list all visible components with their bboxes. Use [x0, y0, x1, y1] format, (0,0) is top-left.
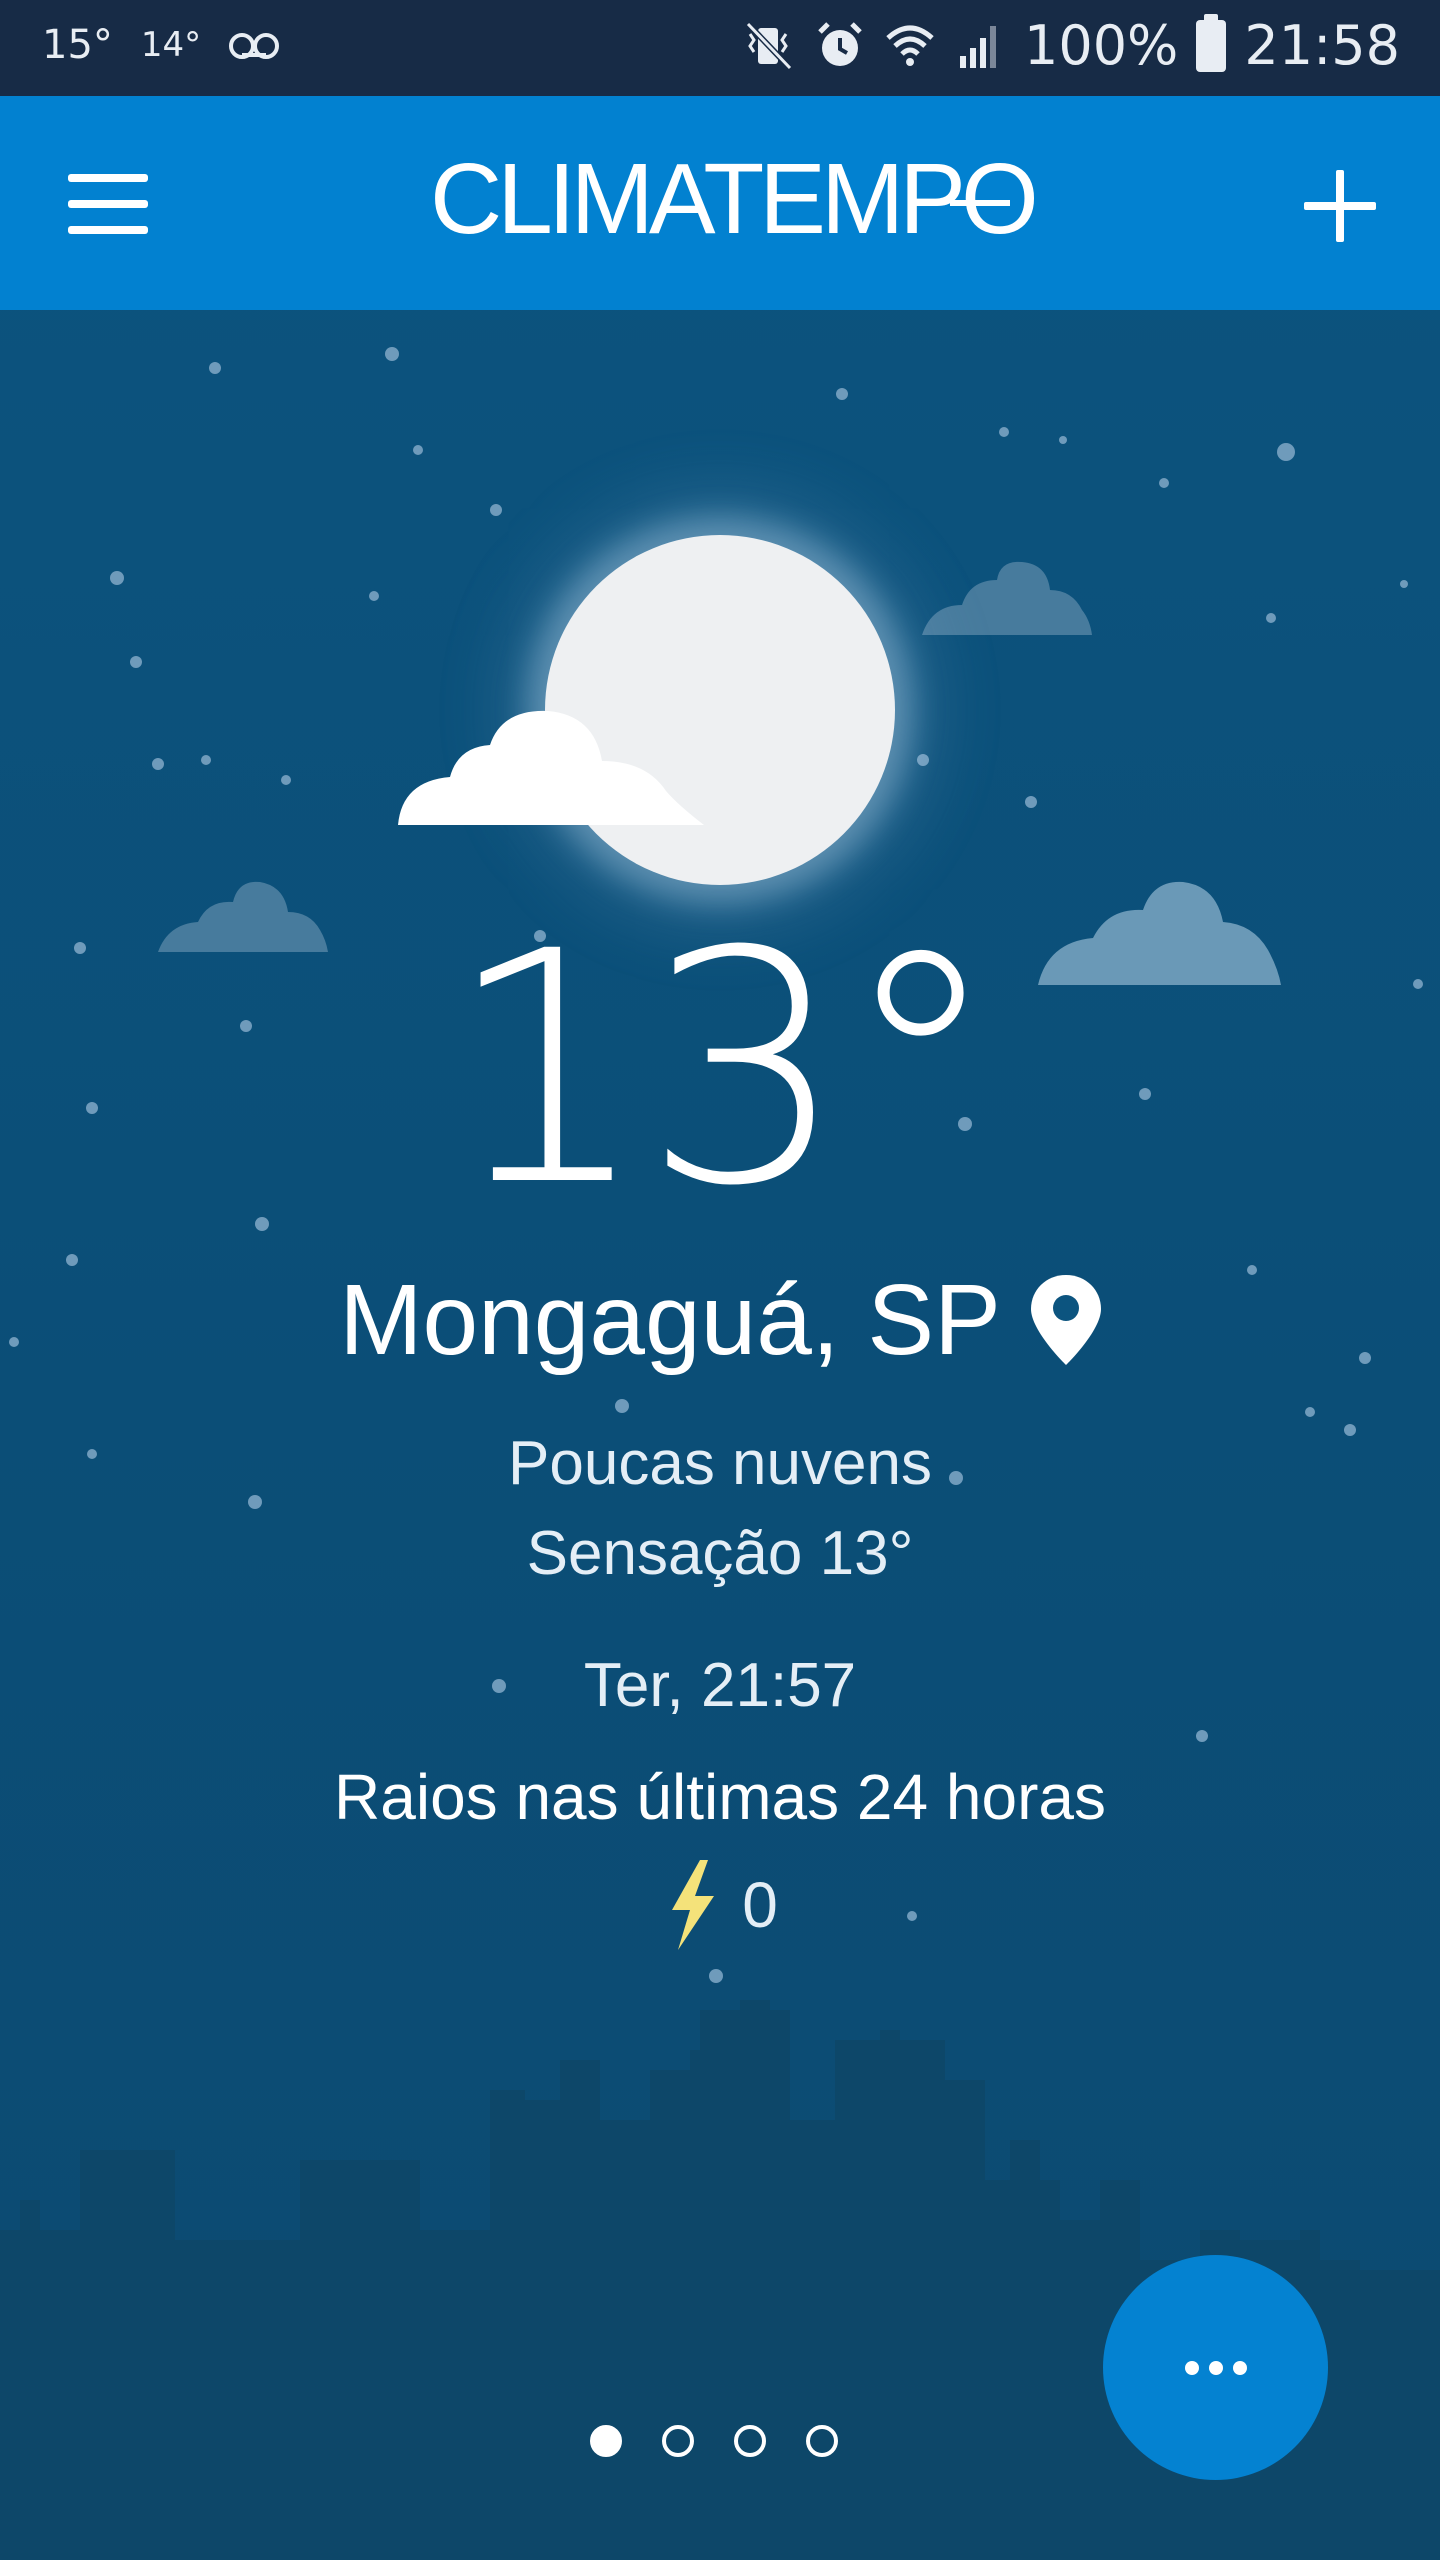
status-left: 15° 14°	[42, 22, 280, 68]
page-dot-2[interactable]	[662, 2425, 694, 2457]
lightning-row: 0	[0, 1860, 1440, 1950]
current-temperature: 13°	[445, 884, 1000, 1256]
page-dot-4[interactable]	[806, 2425, 838, 2457]
hamburger-icon[interactable]	[60, 166, 156, 246]
page-dot-1[interactable]	[590, 2425, 622, 2457]
lightning-bolt-icon	[672, 1860, 715, 1950]
add-location-button[interactable]	[1300, 166, 1380, 246]
lightning-count: 0	[742, 1869, 778, 1941]
logo-text: CLIMATEMPO	[430, 143, 1039, 255]
more-options-button[interactable]	[1103, 2255, 1328, 2480]
status-bar: 15° 14° 100% 21:58	[0, 0, 1440, 96]
lightning-title: Raios nas últimas 24 horas	[334, 1761, 1106, 1833]
app-logo: CLIMATEMPO	[430, 144, 1039, 254]
feels-like: Sensação 13°	[526, 1519, 914, 1588]
location-pin-icon[interactable]	[1030, 1275, 1101, 1365]
wifi-icon	[886, 25, 934, 66]
status-temp-1: 15°	[42, 22, 113, 68]
logo-line	[950, 200, 1010, 206]
status-right: 100% 21:58	[744, 13, 1400, 77]
location-row[interactable]: Mongaguá, SP	[0, 1260, 1440, 1380]
cloud-icon	[398, 710, 704, 825]
battery-icon	[1196, 13, 1227, 72]
voicemail-icon	[229, 33, 280, 59]
signal-icon	[959, 25, 996, 68]
status-temp-2: 14°	[140, 25, 202, 65]
status-time: 21:58	[1244, 14, 1400, 77]
city-name: Mongaguá, SP	[339, 1264, 1001, 1376]
cloud-icon	[922, 561, 1092, 635]
weather-condition: Poucas nuvens	[508, 1429, 932, 1498]
app-screen: 15° 14° 100% 21:58 CLIMATEMPO 13° Mongag…	[0, 0, 1440, 2560]
page-dot-3[interactable]	[734, 2425, 766, 2457]
update-datetime: Ter, 21:57	[583, 1651, 857, 1720]
app-bar: CLIMATEMPO	[0, 96, 1440, 310]
page-indicator	[590, 2425, 838, 2457]
alarm-icon	[818, 21, 862, 66]
more-horizontal-icon	[1184, 2360, 1247, 2375]
battery-percent: 100%	[1023, 14, 1179, 77]
mute-vibrate-icon	[745, 21, 793, 70]
